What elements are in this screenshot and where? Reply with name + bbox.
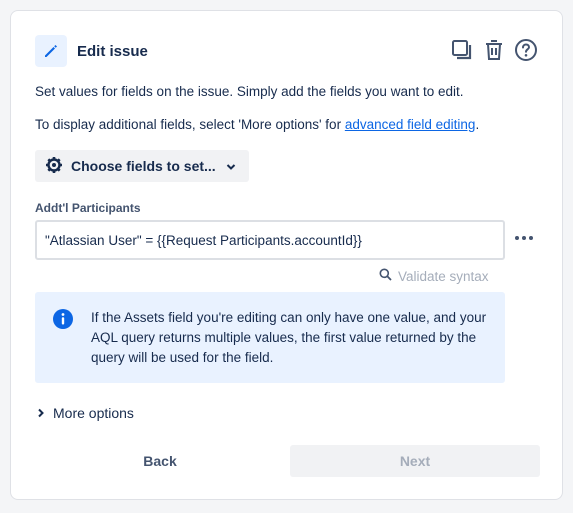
chevron-right-icon [37,405,45,421]
description-line-2: To display additional fields, select 'Mo… [35,117,479,132]
advanced-field-editing-link[interactable]: advanced field editing [345,117,476,132]
more-actions-icon[interactable] [511,225,537,251]
description-line-2-suffix: . [475,117,480,132]
participants-input[interactable] [35,220,505,260]
edit-issue-panel: Edit issue Set values for fields on the … [10,10,563,500]
info-message: If the Assets field you're editing can o… [35,292,505,383]
pencil-icon [35,35,67,67]
chevron-down-icon [226,158,236,174]
duplicate-icon[interactable] [450,37,474,63]
validate-syntax-label: Validate syntax [398,268,489,284]
help-icon[interactable] [514,37,538,63]
gear-icon [45,156,63,177]
more-options-toggle[interactable]: More options [37,405,134,421]
header-actions [450,37,538,63]
more-options-label: More options [53,405,134,421]
info-icon [52,308,74,335]
next-button[interactable]: Next [290,445,540,477]
page-title: Edit issue [77,43,148,60]
description-line-2-text: To display additional fields, select 'Mo… [35,117,345,132]
choose-fields-label: Choose fields to set... [71,158,216,174]
back-button[interactable]: Back [35,445,285,477]
panel-header: Edit issue [35,35,538,69]
validate-syntax-button[interactable]: Validate syntax [379,265,489,287]
participants-field-label: Addt'l Participants [35,201,141,215]
description-line-1: Set values for fields on the issue. Simp… [35,84,464,99]
info-message-text: If the Assets field you're editing can o… [91,310,487,365]
choose-fields-button[interactable]: Choose fields to set... [35,150,249,182]
trash-icon[interactable] [482,37,506,63]
search-icon [379,268,392,284]
